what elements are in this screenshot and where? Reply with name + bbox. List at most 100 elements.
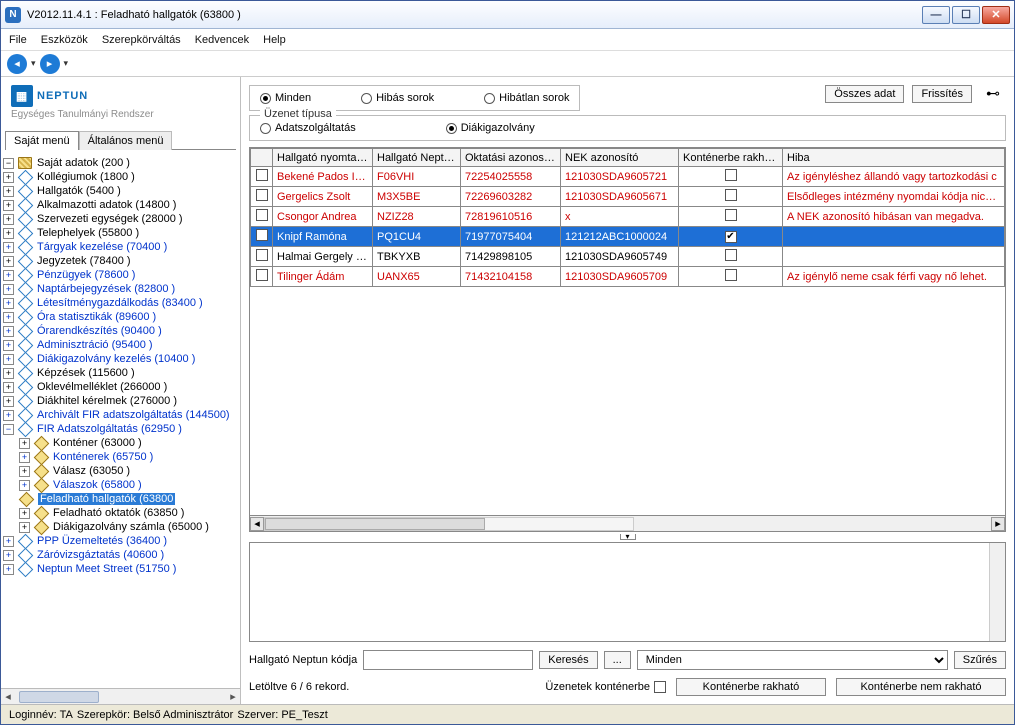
col-oktatasi[interactable]: Oktatási azonosító [461,149,561,167]
table-row[interactable]: Bekené Pados IvettF06VHI7225402555812103… [251,167,1005,187]
menu-help[interactable]: Help [263,34,286,46]
tree-item[interactable]: +Naptárbejegyzések (82800 ) [3,282,238,296]
hscroll-left-icon[interactable]: ◂ [250,517,264,531]
scroll-thumb[interactable] [19,691,99,703]
col-checkbox[interactable] [251,149,273,167]
tree-item[interactable]: +Létesítménygazdálkodás (83400 ) [3,296,238,310]
nav-back-drop-icon[interactable]: ▾ [31,58,36,69]
table-row[interactable]: Csongor AndreaNZIZ2872819610516xA NEK az… [251,207,1005,227]
expand-icon[interactable]: − [3,424,14,435]
expand-icon[interactable]: + [3,396,14,407]
expand-icon[interactable]: + [3,550,14,561]
col-kontenerbe[interactable]: Konténerbe rakható [679,149,783,167]
expand-icon[interactable]: − [3,158,14,169]
row-checkbox[interactable] [256,189,268,201]
cell-kontenerbe-checkbox[interactable] [725,231,737,243]
tab-own-menu[interactable]: Saját menü [5,131,79,150]
expand-icon[interactable]: + [3,312,14,323]
tree-item[interactable]: +Adminisztráció (95400 ) [3,338,238,352]
tree-item[interactable]: +Képzések (115600 ) [3,366,238,380]
radio-error-rows[interactable]: Hibás sorok [361,92,434,104]
expand-icon[interactable]: + [3,284,14,295]
row-checkbox[interactable] [256,249,268,261]
table-header-row[interactable]: Hallgató nyomtatá... Hallgató Nept... △ … [251,149,1005,167]
expand-icon[interactable]: + [3,326,14,337]
row-checkbox[interactable] [256,169,268,181]
neptun-code-input[interactable] [363,650,533,670]
tree-item[interactable]: +Kollégiumok (1800 ) [3,170,238,184]
col-neptun[interactable]: Hallgató Nept... △ [373,149,461,167]
hscroll-right-icon[interactable]: ▸ [991,517,1005,531]
to-container-button[interactable]: Konténerbe rakható [676,678,826,696]
nav-back-button[interactable]: ◂ [7,54,27,74]
table-row[interactable]: Gergelics ZsoltM3X5BE72269603282121030SD… [251,187,1005,207]
table-row[interactable]: Knipf RamónaPQ1CU471977075404121212ABC10… [251,227,1005,247]
table-row[interactable]: Tilinger ÁdámUANX6571432104158121030SDA9… [251,267,1005,287]
tree-item[interactable]: +Válaszok (65800 ) [19,478,238,492]
refresh-button[interactable]: Frissítés [912,85,972,103]
minimize-button[interactable]: — [922,6,950,24]
browse-button[interactable]: ... [604,651,631,669]
search-button[interactable]: Keresés [539,651,597,669]
all-data-button[interactable]: Összes adat [825,85,904,103]
close-button[interactable]: ✕ [982,6,1010,24]
expand-icon[interactable]: + [3,200,14,211]
tree-item[interactable]: +Diákigazolvány számla (65000 ) [19,520,238,534]
expand-icon[interactable]: + [3,186,14,197]
tree-item[interactable]: +Archivált FIR adatszolgáltatás (144500) [3,408,238,422]
expand-icon[interactable]: + [3,298,14,309]
nav-forward-button[interactable]: ▸ [40,54,60,74]
radio-adatszolg[interactable]: Adatszolgáltatás [260,122,356,134]
menu-role[interactable]: Szerepkörváltás [102,34,181,46]
tree-item[interactable]: +Diákhitel kérelmek (276000 ) [3,394,238,408]
expand-icon[interactable]: + [19,452,30,463]
col-nyomtatasi[interactable]: Hallgató nyomtatá... [273,149,373,167]
tree-item[interactable]: −Saját adatok (200 ) [3,156,238,170]
expand-icon[interactable]: + [3,270,14,281]
tab-general-menu[interactable]: Általános menü [79,131,173,150]
row-checkbox[interactable] [256,269,268,281]
tree-item[interactable]: +Óra statisztikák (89600 ) [3,310,238,324]
maximize-button[interactable]: ☐ [952,6,980,24]
expand-icon[interactable]: + [3,340,14,351]
tree-item[interactable]: +Pénzügyek (78600 ) [3,268,238,282]
splitter[interactable]: ▾ [241,532,1014,542]
expand-icon[interactable]: + [3,214,14,225]
tree-item[interactable]: +Feladható oktatók (63850 ) [19,506,238,520]
tree-item[interactable]: +PPP Üzemeltetés (36400 ) [3,534,238,548]
messages-to-container[interactable]: Üzenetek konténerbe [545,681,666,693]
expand-icon[interactable]: + [19,522,30,533]
expand-icon[interactable]: + [3,564,14,575]
tree-item[interactable]: +Diákigazolvány kezelés (10400 ) [3,352,238,366]
cell-kontenerbe-checkbox[interactable] [725,209,737,221]
expand-icon[interactable]: + [3,410,14,421]
menu-fav[interactable]: Kedvencek [195,34,249,46]
tree-item[interactable]: +Alkalmazotti adatok (14800 ) [3,198,238,212]
row-checkbox[interactable] [256,209,268,221]
left-hscrollbar[interactable]: ◂ ▸ [1,688,240,704]
menu-file[interactable]: File [9,34,27,46]
tree-item[interactable]: +Szervezeti egységek (28000 ) [3,212,238,226]
tree-item[interactable]: +Neptun Meet Street (51750 ) [3,562,238,576]
col-nek[interactable]: NEK azonosító [561,149,679,167]
expand-icon[interactable]: + [3,256,14,267]
scroll-right-icon[interactable]: ▸ [226,690,240,703]
expand-icon[interactable]: + [3,242,14,253]
expand-icon[interactable]: + [3,382,14,393]
menu-tree[interactable]: −Saját adatok (200 )+Kollégiumok (1800 )… [1,152,240,688]
tree-item[interactable]: +Tárgyak kezelése (70400 ) [3,240,238,254]
not-to-container-button[interactable]: Konténerbe nem rakható [836,678,1006,696]
tree-item[interactable]: +Válasz (63050 ) [19,464,238,478]
pin-icon[interactable]: ⊷ [980,85,1006,102]
radio-ok-rows[interactable]: Hibátlan sorok [484,92,569,104]
expand-icon[interactable]: + [3,172,14,183]
tree-item[interactable]: +Záróvizsgáztatás (40600 ) [3,548,238,562]
messages-to-container-checkbox[interactable] [654,681,666,693]
tree-item[interactable]: +Konténerek (65750 ) [19,450,238,464]
tree-item[interactable]: Feladható hallgatók (63800 [19,492,238,506]
cell-kontenerbe-checkbox[interactable] [725,249,737,261]
cell-kontenerbe-checkbox[interactable] [725,189,737,201]
table-row[interactable]: Halmai Gergely GábTBKYXB7142989810512103… [251,247,1005,267]
expand-icon[interactable]: + [19,438,30,449]
cell-kontenerbe-checkbox[interactable] [725,269,737,281]
